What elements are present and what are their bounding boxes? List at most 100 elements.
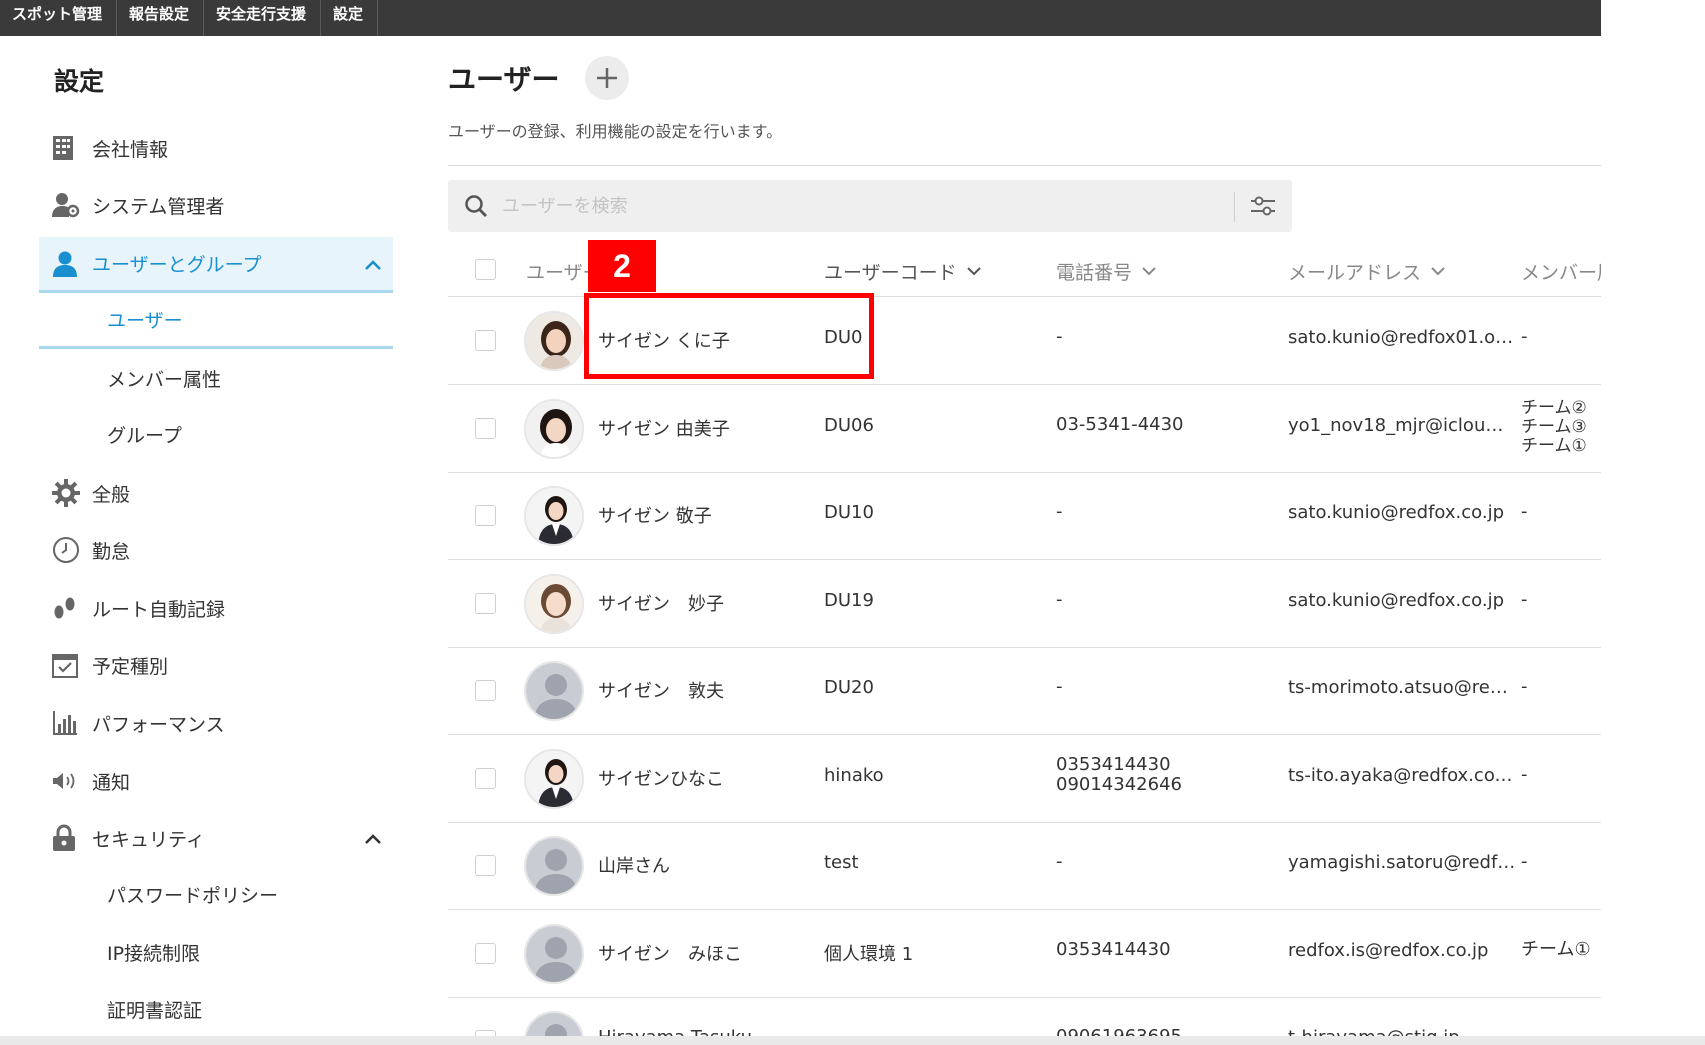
phone-line: -	[1056, 588, 1063, 610]
row-checkbox[interactable]	[475, 942, 496, 964]
sidebar-item-label: 通知	[92, 771, 131, 794]
user-code: DU19	[824, 589, 874, 611]
user-phone: -	[1056, 588, 1063, 610]
chevron-up-icon[interactable]	[365, 253, 381, 275]
sidebar-item-system-admin[interactable]: システム管理者	[39, 177, 393, 233]
user-code: DU06	[824, 414, 874, 436]
member-line: -	[1521, 763, 1528, 785]
row-checkbox[interactable]	[475, 680, 496, 701]
member-line: -	[1521, 326, 1528, 347]
sidebar-subitem-member-attributes[interactable]: メンバー属性	[39, 350, 393, 406]
user-name[interactable]: サイゼンひなこ	[598, 765, 724, 791]
member-line: チーム①	[1521, 938, 1591, 960]
table-row[interactable]: サイゼン 妙子 DU19- sato.kunio@redfox.co.jp -	[448, 560, 1601, 648]
sidebar-item-company[interactable]: 会社情報	[39, 120, 393, 176]
sidebar-item-attendance[interactable]: 勤怠	[39, 522, 393, 578]
search-bar	[448, 180, 1292, 232]
user-name[interactable]: サイゼン みほこ	[598, 940, 742, 966]
step-number-badge: 2	[588, 240, 656, 292]
column-header-label: ユーザーコード	[824, 262, 957, 284]
search-input[interactable]	[502, 193, 1202, 219]
column-header-phone[interactable]: 電話番号	[1056, 258, 1156, 285]
horizontal-scrollbar[interactable]	[0, 1036, 1705, 1045]
sidebar-item-users-groups[interactable]: ユーザーとグループ	[39, 237, 393, 293]
nav-spot-management[interactable]: スポット管理	[0, 0, 118, 36]
user-code: DU20	[824, 677, 874, 698]
clock-icon	[52, 536, 92, 564]
user-phone: -	[1056, 852, 1063, 872]
user-member-attribute: -	[1521, 588, 1528, 610]
sidebar-item-route-recording[interactable]: ルート自動記録	[39, 580, 393, 636]
sidebar-subitem-certificate-auth[interactable]: 証明書認証	[39, 981, 393, 1037]
sidebar-title: 設定	[54, 67, 105, 96]
select-all-checkbox[interactable]	[475, 259, 496, 280]
sidebar-subitem-groups[interactable]: グループ	[39, 406, 393, 462]
avatar	[524, 748, 584, 809]
member-line: -	[1521, 588, 1528, 610]
user-phone: -	[1056, 327, 1063, 347]
user-member-attribute: -	[1521, 502, 1528, 522]
chevron-down-icon	[966, 267, 981, 276]
sidebar-subitem-ip-restriction[interactable]: IP接続制限	[39, 924, 393, 980]
chevron-up-icon[interactable]	[365, 827, 381, 849]
gear-icon	[52, 479, 92, 507]
table-row[interactable]: サイゼンひなこ hinako 0353414430 09014342646 ts-ito…	[448, 735, 1601, 823]
user-name[interactable]: サイゼン 敦夫	[598, 677, 724, 703]
column-header-email[interactable]: メールアドレス	[1288, 258, 1445, 285]
column-header-code[interactable]: ユーザーコード	[824, 258, 981, 285]
member-line: チーム③	[1521, 416, 1587, 437]
add-user-button[interactable]	[585, 56, 629, 100]
row-checkbox[interactable]	[475, 417, 496, 439]
settings-sidebar: 設定 会社情報 システム管理者 ユーザーとグループ ユーザー メンバー属性 グル…	[0, 36, 400, 1036]
sidebar-subitem-password-policy[interactable]: パスワードポリシー	[39, 866, 393, 922]
sidebar-item-label: システム管理者	[92, 195, 225, 218]
calendar-check-icon	[52, 652, 92, 678]
user-name[interactable]: サイゼン 由美子	[598, 415, 730, 441]
row-checkbox[interactable]	[475, 330, 496, 351]
avatar	[524, 573, 584, 634]
sidebar-item-performance[interactable]: パフォーマンス	[39, 695, 393, 751]
user-member-attribute: チーム①	[1521, 938, 1591, 960]
filter-sliders-icon[interactable]	[1250, 193, 1276, 223]
user-name[interactable]: 山岸さん	[598, 852, 670, 878]
sidebar-subitem-users[interactable]: ユーザー	[39, 293, 393, 349]
row-checkbox[interactable]	[475, 855, 496, 876]
user-name[interactable]: サイゼン 妙子	[598, 590, 724, 616]
sidebar-item-label: パフォーマンス	[92, 713, 225, 736]
row-checkbox[interactable]	[475, 592, 496, 614]
page-description: ユーザーの登録、利用機能の設定を行います。	[448, 122, 783, 141]
sidebar-item-label: 予定種別	[92, 655, 169, 678]
phone-line: 03-5341-4430	[1056, 413, 1184, 435]
user-email: ts-morimoto.atsuo@re…	[1288, 677, 1508, 698]
user-member-attribute: チーム② チーム③ チーム①	[1521, 398, 1587, 456]
sidebar-item-security[interactable]: セキュリティ	[39, 810, 393, 866]
table-row[interactable]: サイゼン みほこ 個人環境 1 0353414430 redfox.is@redfox…	[448, 910, 1601, 998]
sidebar-item-notifications[interactable]: 通知	[39, 753, 393, 809]
table-row[interactable]: 山岸さん test - yamagishi.satoru@redf… -	[448, 822, 1601, 910]
search-icon	[464, 194, 488, 222]
phone-line: 0353414430	[1056, 753, 1171, 775]
user-name[interactable]: サイゼン 敬子	[598, 502, 712, 528]
user-email: sato.kunio@redfox.co.jp	[1288, 502, 1504, 523]
row-checkbox[interactable]	[475, 767, 496, 789]
table-row[interactable]: サイゼン 由美子 DU06 03-5341-4430 yo1_nov18_mjr@ic…	[448, 385, 1601, 473]
nav-safe-driving[interactable]: 安全走行支援	[204, 0, 322, 36]
member-line: チーム①	[1521, 435, 1587, 456]
member-line: -	[1521, 851, 1528, 872]
nav-report-settings[interactable]: 報告設定	[117, 0, 205, 36]
nav-settings[interactable]: 設定	[321, 0, 379, 36]
user-email: redfox.is@redfox.co.jp	[1288, 939, 1489, 961]
user-email: yo1_nov18_mjr@iclou…	[1288, 414, 1504, 436]
main-content: ユーザー ユーザーの登録、利用機能の設定を行います。 ユーザー ユーザーコード …	[448, 36, 1601, 1042]
phone-line: 09014342646	[1056, 773, 1182, 795]
table-row[interactable]: サイゼン 敦夫 DU20- ts-morimoto.atsuo@re… -	[448, 647, 1601, 735]
sidebar-item-schedule-types[interactable]: 予定種別	[39, 637, 393, 693]
sidebar-item-general[interactable]: 全般	[39, 465, 393, 521]
phone-line: -	[1056, 851, 1063, 872]
speaker-icon	[52, 770, 92, 792]
phone-line: -	[1056, 676, 1063, 697]
table-row[interactable]: サイゼン 敬子 DU10- sato.kunio@redfox.co.jp -	[448, 472, 1601, 560]
row-checkbox[interactable]	[475, 505, 496, 526]
column-header-member[interactable]: メンバー属	[1521, 258, 1601, 285]
divider	[448, 165, 1601, 166]
